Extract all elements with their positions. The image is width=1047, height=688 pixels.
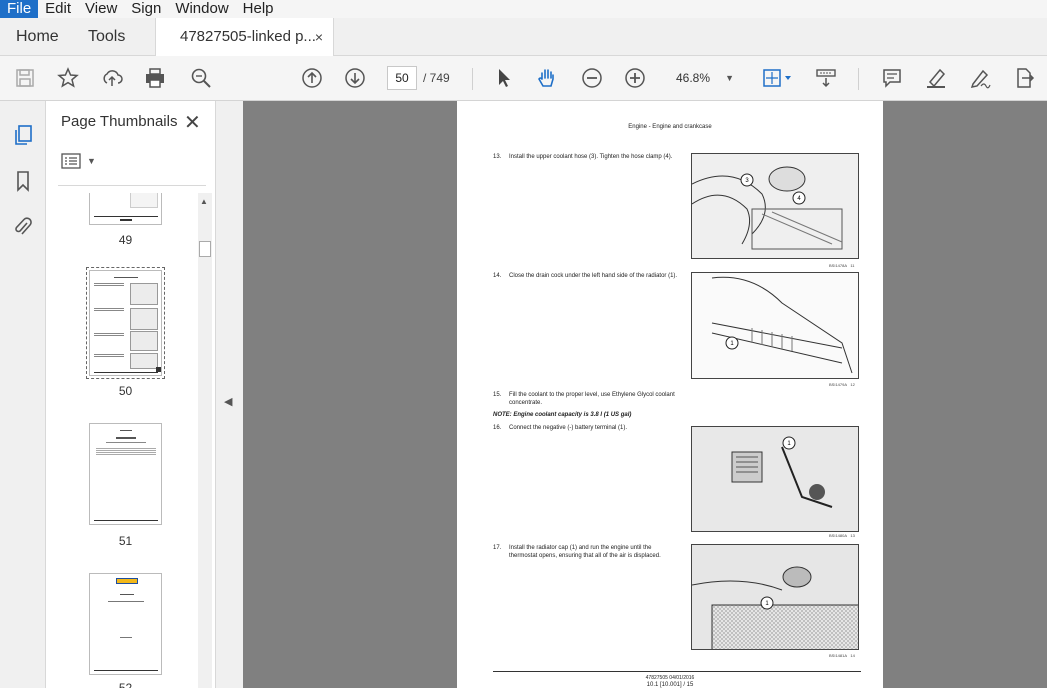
tab-home[interactable]: Home xyxy=(16,18,59,56)
thumbnail-label: 52 xyxy=(118,681,133,688)
figure-caption: BSI1481A 14 xyxy=(829,653,855,658)
page-number-input[interactable]: 50 xyxy=(387,66,417,90)
arrow-up-circle-icon[interactable] xyxy=(300,66,324,90)
footer-rule xyxy=(493,671,861,672)
close-icon[interactable]: ✕ xyxy=(184,110,201,135)
fit-page-icon[interactable] xyxy=(760,66,794,90)
export-icon[interactable] xyxy=(1012,66,1036,90)
tab-document[interactable]: 47827505-linked p... × xyxy=(155,18,334,56)
thumbnail-options-button[interactable]: ▼ xyxy=(61,153,96,169)
figure-caption: BSI1480A 13 xyxy=(829,533,855,538)
step-17: 17. Install the radiator cap (1) and run… xyxy=(493,544,679,560)
select-arrow-icon[interactable] xyxy=(492,66,516,90)
thumbnail-page[interactable] xyxy=(89,193,162,225)
thumbnail-label: 49 xyxy=(118,233,133,247)
page-total: / 749 xyxy=(423,71,450,85)
thumbnail-page-selected[interactable] xyxy=(86,267,165,379)
print-icon[interactable] xyxy=(143,66,167,90)
thumbnail-label: 51 xyxy=(118,534,133,548)
step-number: 16. xyxy=(493,425,502,431)
step-text: Install the radiator cap (1) and run the… xyxy=(509,545,661,559)
thumbnails-panel: Page Thumbnails ✕ ▼ 49 50 51 52 ▲ xyxy=(46,101,216,688)
left-rail xyxy=(0,101,46,688)
thumbnail-page[interactable] xyxy=(89,423,162,525)
step-16: 16. Connect the negative (-) battery ter… xyxy=(493,424,679,432)
hand-icon[interactable] xyxy=(535,66,559,90)
step-15: 15. Fill the coolant to the proper level… xyxy=(493,391,679,407)
zoom-select[interactable]: 46.8% ▼ xyxy=(668,66,740,90)
toolbar-divider xyxy=(858,68,859,90)
sign-icon[interactable] xyxy=(968,66,992,90)
menu-bar: File Edit View Sign Window Help xyxy=(0,0,1047,18)
upload-icon[interactable] xyxy=(100,66,124,90)
step-13: 13. Install the upper coolant hose (3). … xyxy=(493,153,679,161)
zoom-in-icon[interactable] xyxy=(623,66,647,90)
list-options-icon xyxy=(61,153,81,169)
zoom-out-icon[interactable] xyxy=(580,66,604,90)
figure-upper-coolant-hose: 3 4 xyxy=(691,153,859,259)
figure-caption: BSI1479A 12 xyxy=(829,382,855,387)
thumbnail-page[interactable] xyxy=(89,573,162,675)
step-number: 14. xyxy=(493,273,502,279)
tab-close-icon[interactable]: × xyxy=(315,18,323,56)
panel-title: Page Thumbnails xyxy=(61,113,178,130)
thumbnail-scrollbar[interactable]: ▲ xyxy=(198,193,212,688)
tab-document-label: 47827505-linked p... xyxy=(180,28,316,45)
menu-help[interactable]: Help xyxy=(236,0,281,18)
menu-file[interactable]: File xyxy=(0,0,39,18)
thumbnail-list: 49 50 51 52 xyxy=(46,193,216,688)
figure-battery-terminal: 1 xyxy=(691,426,859,532)
bookmark-icon[interactable] xyxy=(11,169,35,193)
zoom-value: 46.8% xyxy=(676,71,711,85)
search-zoom-icon[interactable] xyxy=(189,66,213,90)
pdf-page: Engine - Engine and crankcase 13. Instal… xyxy=(457,101,883,688)
collapse-panel-icon[interactable]: ◀ xyxy=(224,395,232,408)
toolbar: 50 / 749 46.8% ▼ xyxy=(0,56,1047,101)
page-header: Engine - Engine and crankcase xyxy=(628,124,712,130)
chevron-down-icon: ▼ xyxy=(725,73,734,83)
tab-tools[interactable]: Tools xyxy=(88,18,125,56)
document-viewport[interactable]: Engine - Engine and crankcase 13. Instal… xyxy=(243,101,1047,688)
star-icon[interactable] xyxy=(56,66,80,90)
step-number: 17. xyxy=(493,545,502,551)
highlight-icon[interactable] xyxy=(924,66,948,90)
scroll-up-icon[interactable]: ▲ xyxy=(200,197,208,206)
page-thumbnails-icon[interactable] xyxy=(11,123,35,147)
step-text: Fill the coolant to the proper level, us… xyxy=(509,392,675,406)
menu-view[interactable]: View xyxy=(78,0,124,18)
comment-icon[interactable] xyxy=(880,66,904,90)
panel-divider xyxy=(58,185,206,186)
figure-drain-cock: 1 xyxy=(691,272,859,379)
step-number: 13. xyxy=(493,154,502,160)
toolbar-divider xyxy=(472,68,473,90)
menu-edit[interactable]: Edit xyxy=(38,0,78,18)
step-14: 14. Close the drain cock under the left … xyxy=(493,272,679,280)
attachment-icon[interactable] xyxy=(11,215,35,239)
footer-page-ref: 10.1 [10.001] / 15 xyxy=(646,682,694,688)
figure-caption: BSI1478A 11 xyxy=(829,263,855,268)
chevron-down-icon: ▼ xyxy=(87,156,96,166)
step-number: 15. xyxy=(493,392,502,398)
menu-window[interactable]: Window xyxy=(168,0,235,18)
scroll-mode-icon[interactable] xyxy=(814,66,838,90)
scrollbar-thumb[interactable] xyxy=(199,241,211,257)
step-text: Install the upper coolant hose (3). Tigh… xyxy=(509,154,673,160)
step-text: Connect the negative (-) battery termina… xyxy=(509,425,628,431)
figure-radiator-cap: 1 xyxy=(691,544,859,650)
footer-doc-id: 47827505 04/01/2016 xyxy=(645,675,695,681)
step-text: Close the drain cock under the left hand… xyxy=(509,273,678,279)
save-icon[interactable] xyxy=(13,66,37,90)
thumbnail-label: 50 xyxy=(118,384,133,398)
note-capacity: NOTE: Engine coolant capacity is 3.8 l (… xyxy=(493,412,632,418)
menu-sign[interactable]: Sign xyxy=(124,0,168,18)
arrow-down-circle-icon[interactable] xyxy=(343,66,367,90)
tab-bar: Home Tools 47827505-linked p... × xyxy=(0,18,1047,56)
